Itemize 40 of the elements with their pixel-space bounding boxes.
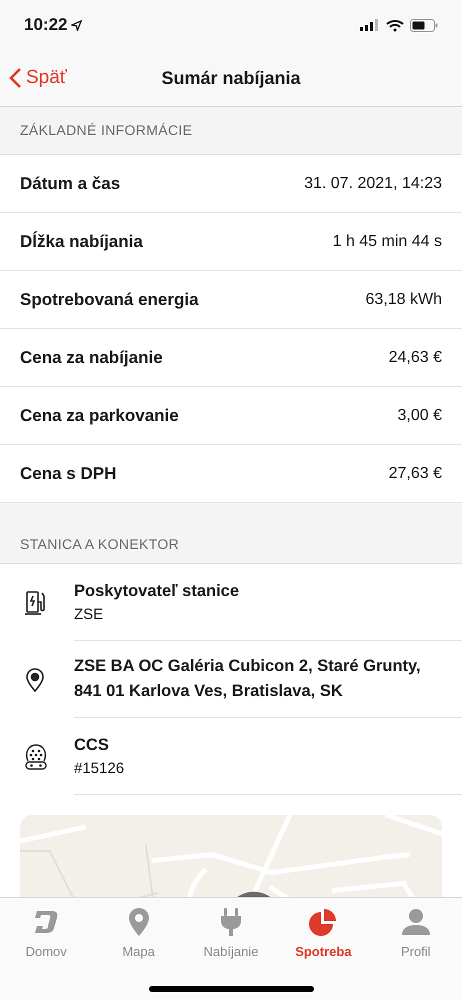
row-value: 1 h 45 min 44 s bbox=[332, 232, 442, 252]
row-label: Dĺžka nabíjania bbox=[20, 230, 143, 253]
station-info-title: Poskytovateľ stanice bbox=[74, 580, 240, 602]
status-time: 10:22 bbox=[24, 14, 68, 36]
row-label: Cena za parkovanie bbox=[20, 404, 179, 427]
station-info-title: ZSE BA OC Galéria Cubicon 2, Staré Grunty, 841 01 Karlova Ves, Bratislava, SK bbox=[74, 656, 422, 702]
row-value: 27,63 € bbox=[388, 464, 442, 484]
home-logo-icon bbox=[32, 908, 60, 936]
tab-item[interactable]: Profil bbox=[376, 906, 456, 962]
row-value: 63,18 kWh bbox=[366, 290, 442, 310]
row-value: 31. 07. 2021, 14:23 bbox=[304, 174, 442, 194]
row-value: 3,00 € bbox=[398, 406, 442, 426]
section-header: STANICA A KONEKTOR bbox=[20, 535, 180, 554]
wifi-icon bbox=[386, 18, 404, 32]
row-label: Cena s DPH bbox=[20, 462, 116, 485]
tab-item[interactable]: Nabíjanie bbox=[190, 906, 271, 962]
location-arrow-icon bbox=[71, 20, 82, 30]
tab-item[interactable]: Domov bbox=[6, 906, 86, 962]
charging-station-icon bbox=[24, 590, 46, 616]
connector-plug-icon bbox=[24, 742, 48, 770]
battery-icon bbox=[410, 18, 438, 32]
plug-icon bbox=[218, 907, 243, 937]
chevron-left-icon bbox=[8, 67, 22, 89]
tab-item[interactable]: Mapa bbox=[98, 906, 179, 962]
tab-item[interactable]: Spotreba bbox=[283, 906, 364, 962]
pie-chart-icon bbox=[309, 908, 338, 936]
screen-title: Sumár nabíjania bbox=[161, 66, 301, 90]
map-pin-icon bbox=[126, 907, 151, 937]
location-pin-icon bbox=[24, 666, 46, 692]
back-button[interactable]: Späť bbox=[8, 64, 67, 92]
signal-icon bbox=[360, 19, 380, 31]
row-label: Cena za nabíjanie bbox=[20, 346, 163, 369]
station-info-subtitle: ZSE bbox=[74, 604, 104, 624]
person-icon bbox=[400, 908, 431, 936]
row-label: Dátum a čas bbox=[20, 172, 120, 195]
row-label: Spotrebovaná energia bbox=[20, 288, 199, 311]
section-header: ZÁKLADNÉ INFORMÁCIE bbox=[20, 121, 192, 140]
row-value: 24,63 € bbox=[388, 348, 442, 368]
station-info-subtitle: #15126 bbox=[74, 758, 126, 778]
station-info-title: CCS bbox=[74, 734, 110, 756]
